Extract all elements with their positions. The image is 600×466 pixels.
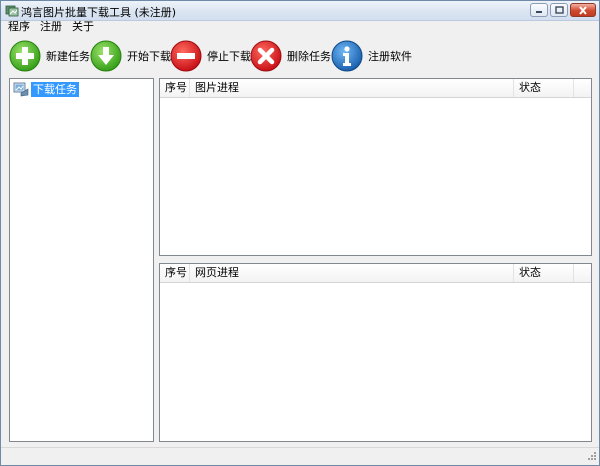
title-bar[interactable]: 鸿言图片批量下载工具 (未注册) [1, 1, 599, 21]
main-window: 鸿言图片批量下载工具 (未注册) 程序 注册 关于 新建任务 开始下载 停止下载… [0, 0, 600, 466]
minimize-button[interactable] [530, 3, 548, 17]
caption-buttons [530, 3, 596, 19]
task-tree: 下载任务 [9, 78, 154, 442]
menu-bar: 程序 注册 关于 [1, 21, 599, 34]
start-download-label: 开始下载 [127, 50, 171, 63]
close-button[interactable] [570, 3, 596, 17]
resize-grip-icon[interactable] [585, 451, 597, 463]
column-header-image-progress[interactable]: 图片进程 [190, 79, 514, 97]
menu-register[interactable]: 注册 [40, 21, 62, 34]
info-icon [331, 40, 363, 72]
register-software-button[interactable]: 注册软件 [331, 39, 412, 73]
tree-item-label: 下载任务 [31, 81, 79, 97]
column-header-index[interactable]: 序号 [160, 264, 190, 282]
stop-download-button[interactable]: 停止下载 [170, 39, 251, 73]
new-task-button[interactable]: 新建任务 [9, 39, 90, 73]
page-progress-list[interactable]: 序号 网页进程 状态 [159, 263, 592, 442]
toolbar: 新建任务 开始下载 停止下载 删除任务 注册软件 [1, 36, 599, 76]
tasks-icon [13, 82, 29, 96]
window-title: 鸿言图片批量下载工具 (未注册) [21, 6, 177, 19]
column-header-filler [574, 264, 591, 282]
tree-item-download-tasks[interactable]: 下载任务 [13, 81, 79, 97]
delete-task-button[interactable]: 删除任务 [250, 39, 331, 73]
column-header-filler [574, 79, 591, 97]
delete-x-icon [250, 40, 282, 72]
download-arrow-icon [90, 40, 122, 72]
close-icon [579, 5, 587, 15]
image-progress-list[interactable]: 序号 图片进程 状态 [159, 78, 592, 256]
add-icon [9, 40, 41, 72]
minimize-icon [536, 11, 542, 13]
column-header-page-progress[interactable]: 网页进程 [190, 264, 514, 282]
column-header-status[interactable]: 状态 [514, 79, 574, 97]
menu-program[interactable]: 程序 [8, 21, 30, 34]
start-download-button[interactable]: 开始下载 [90, 39, 171, 73]
app-icon [5, 5, 19, 17]
stop-icon [170, 40, 202, 72]
stop-download-label: 停止下载 [207, 50, 251, 63]
register-software-label: 注册软件 [368, 50, 412, 63]
column-header-status[interactable]: 状态 [514, 264, 574, 282]
image-list-header: 序号 图片进程 状态 [160, 79, 591, 98]
column-header-index[interactable]: 序号 [160, 79, 190, 97]
new-task-label: 新建任务 [46, 50, 90, 63]
maximize-button[interactable] [550, 3, 568, 17]
status-bar [1, 447, 599, 465]
delete-task-label: 删除任务 [287, 50, 331, 63]
menu-about[interactable]: 关于 [72, 21, 94, 34]
page-list-header: 序号 网页进程 状态 [160, 264, 591, 283]
maximize-icon [554, 6, 564, 14]
